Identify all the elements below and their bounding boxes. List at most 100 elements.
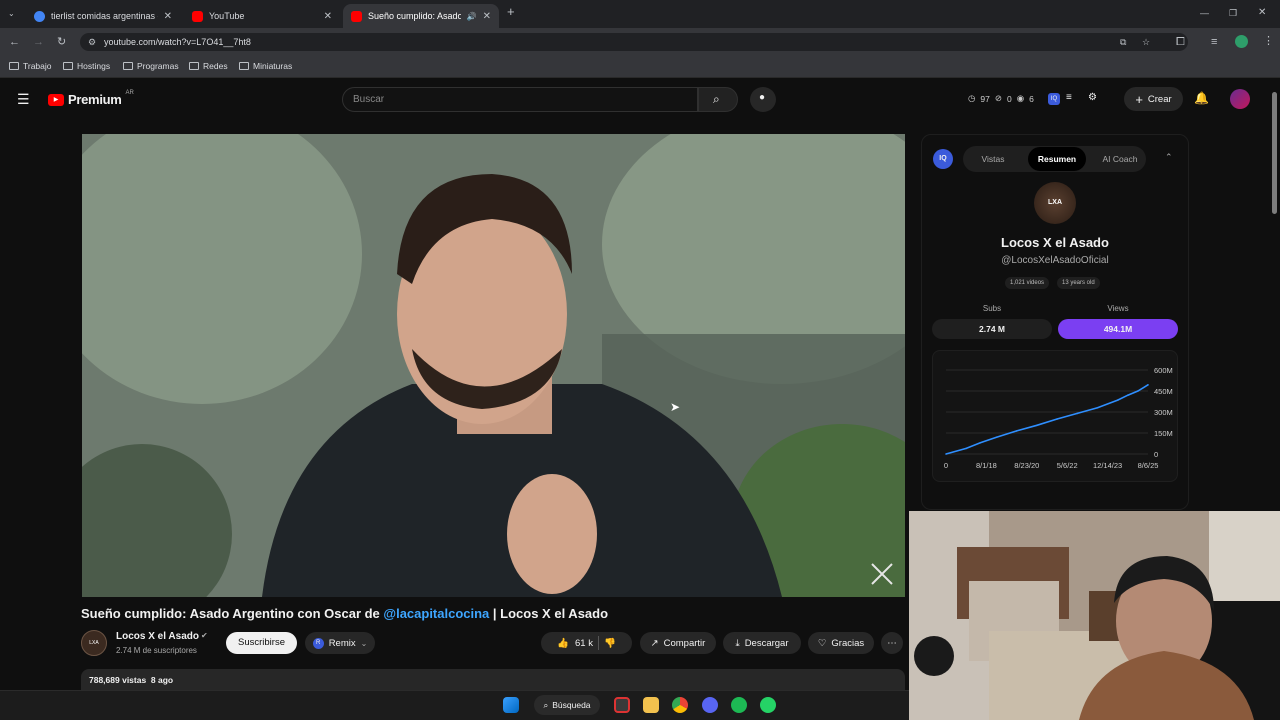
share-button[interactable]: ↗ Compartir <box>640 632 716 654</box>
windows-start-icon[interactable] <box>503 697 519 713</box>
mouse-cursor-icon: ➤ <box>670 400 681 414</box>
divider <box>597 636 599 650</box>
restore-window-icon[interactable]: ❐ <box>1229 7 1237 19</box>
close-tab-icon[interactable]: ✕ <box>324 11 332 22</box>
browser-tab-3-active[interactable]: Sueño cumplido: Asado Ar... 🔊 ✕ <box>343 4 499 28</box>
bookmark-miniaturas[interactable]: Miniaturas <box>239 61 292 71</box>
close-tab-icon[interactable]: ✕ <box>164 11 172 22</box>
logo-text: Premium <box>68 92 122 107</box>
tab-resumen[interactable]: Resumen <box>1028 147 1086 171</box>
mention-link[interactable]: @lacapitalcocina <box>383 606 489 621</box>
remix-button[interactable]: R Remix ⌄ <box>305 632 375 654</box>
x-tick-label: 12/14/23 <box>1093 461 1122 470</box>
videos-badge: 1,021 videos <box>1005 277 1050 289</box>
address-bar[interactable]: ⚙ youtube.com/watch?v=L7O41__7ht8 ⧉ ☆ <box>80 33 1188 51</box>
y-tick-label: 300M <box>1154 408 1173 417</box>
notifications-bell-icon[interactable]: 🔔 <box>1194 91 1209 105</box>
tab-title: Sueño cumplido: Asado Ar... <box>368 11 461 21</box>
bookmark-redes[interactable]: Redes <box>189 61 228 71</box>
data-point <box>1137 390 1139 392</box>
discord-icon[interactable] <box>702 697 718 713</box>
search-icon: ⌕ <box>713 92 720 106</box>
youtube-premium-logo[interactable]: ▶ Premium AR <box>48 90 134 107</box>
like-button[interactable]: 👍 61 k <box>557 638 593 649</box>
tab-ai-coach[interactable]: AI Coach <box>1096 147 1144 171</box>
subscribe-button[interactable]: Suscribirse <box>226 632 297 654</box>
forward-icon[interactable]: → <box>33 36 44 48</box>
minimize-window-icon[interactable]: — <box>1200 7 1209 19</box>
tab-search-chevron-icon[interactable]: ⌄ <box>8 8 15 20</box>
chrome-icon[interactable] <box>672 697 688 713</box>
bookmark-hostings[interactable]: Hostings <box>63 61 110 71</box>
download-button[interactable]: ⤓ Descargar <box>723 632 801 654</box>
more-horizontal-icon: ⋯ <box>887 637 897 649</box>
extension-counters[interactable]: ◷ 97 ⊘ 0 ◉ 6 <box>968 93 1034 104</box>
widgets-app-icon[interactable] <box>614 697 630 713</box>
thumbs-up-icon: 👍 <box>557 637 570 649</box>
page-scrollbar[interactable] <box>1272 92 1277 214</box>
thumbs-down-icon: 👎 <box>603 637 616 649</box>
share-icon: ↗ <box>650 637 659 649</box>
install-app-icon[interactable]: ⧉ <box>1120 33 1126 51</box>
dislike-button[interactable]: 👎 <box>604 638 616 649</box>
iq-logo-icon: IQ <box>933 149 953 169</box>
spotify-icon[interactable] <box>731 697 747 713</box>
thanks-button[interactable]: ♡ Gracias <box>808 632 874 654</box>
close-window-icon[interactable]: ✕ <box>1258 7 1266 19</box>
data-point <box>1147 384 1149 386</box>
subs-value-button[interactable]: 2.74 M <box>932 319 1052 339</box>
channel-avatar[interactable]: LXA <box>81 630 107 656</box>
x-tick-label: 8/6/25 <box>1138 461 1159 470</box>
data-point <box>979 442 982 444</box>
reload-icon[interactable]: ↻ <box>57 36 66 48</box>
clock-icon: ◷ <box>968 93 976 103</box>
age-badge: 13 years old <box>1057 277 1100 289</box>
data-point <box>1127 394 1129 396</box>
bookmark-star-icon[interactable]: ☆ <box>1142 33 1150 51</box>
site-info-icon[interactable]: ⚙ <box>88 33 96 51</box>
browser-tab-2[interactable]: YouTube ✕ <box>184 4 340 28</box>
verified-badge-icon: ✔ <box>201 631 208 640</box>
mute-tab-icon[interactable]: 🔊 <box>467 12 477 21</box>
browser-menu-icon[interactable]: ⋮ <box>1263 35 1274 47</box>
account-avatar[interactable] <box>1230 89 1250 109</box>
search-button[interactable]: ⌕ <box>698 87 738 112</box>
hamburger-menu-icon[interactable]: ☰ <box>17 91 30 108</box>
views-value-button[interactable]: 494.1M <box>1058 319 1178 339</box>
back-icon[interactable]: ← <box>9 36 20 48</box>
close-tab-icon[interactable]: ✕ <box>483 11 491 22</box>
folder-icon <box>239 62 249 70</box>
y-tick-label: 600M <box>1154 366 1173 375</box>
reading-list-icon[interactable]: ≡ <box>1211 36 1217 48</box>
file-explorer-icon[interactable] <box>643 697 659 713</box>
subs-label: Subs <box>982 304 1002 313</box>
iq-extension-icon[interactable]: IQ <box>1048 93 1060 105</box>
y-tick-label: 450M <box>1154 387 1173 396</box>
list-icon[interactable]: ≡ <box>1066 92 1072 103</box>
more-actions-button[interactable]: ⋯ <box>881 632 903 654</box>
x-tick-label: 8/1/18 <box>976 461 997 470</box>
voice-search-button[interactable]: ● <box>750 87 776 112</box>
browser-tab-strip: ⌄ tierlist comidas argentinas - Bu ✕ You… <box>0 0 1280 28</box>
video-title: Sueño cumplido: Asado Argentino con Osca… <box>81 606 609 621</box>
bookmark-trabajo[interactable]: Trabajo <box>9 61 52 71</box>
profile-avatar[interactable] <box>1235 35 1248 48</box>
google-favicon-icon <box>34 10 45 22</box>
taskbar-search-button[interactable]: ⌕ Búsqueda <box>534 695 600 715</box>
description-box[interactable] <box>81 669 905 691</box>
new-tab-button[interactable]: + <box>507 5 515 18</box>
bookmark-programas[interactable]: Programas <box>123 61 179 71</box>
search-input[interactable]: Buscar <box>342 87 698 112</box>
collapse-chevron-icon[interactable]: ⌃ <box>1165 152 1173 163</box>
extensions-icon[interactable]: ⧠ <box>1176 36 1185 48</box>
data-point <box>1076 412 1079 415</box>
video-player[interactable]: ➤ <box>82 134 905 597</box>
data-point <box>995 436 998 438</box>
channel-name[interactable]: Locos X el Asado <box>116 631 199 642</box>
browser-tab-1[interactable]: tierlist comidas argentinas - Bu ✕ <box>26 4 180 28</box>
create-button[interactable]: + Crear <box>1124 87 1183 111</box>
tool-icon[interactable]: ⚙ <box>1088 92 1097 103</box>
whatsapp-icon[interactable] <box>760 697 776 713</box>
bookmarks-bar: Trabajo Hostings Programas Redes Miniatu… <box>0 56 1280 78</box>
tab-vistas[interactable]: Vistas <box>970 147 1016 171</box>
